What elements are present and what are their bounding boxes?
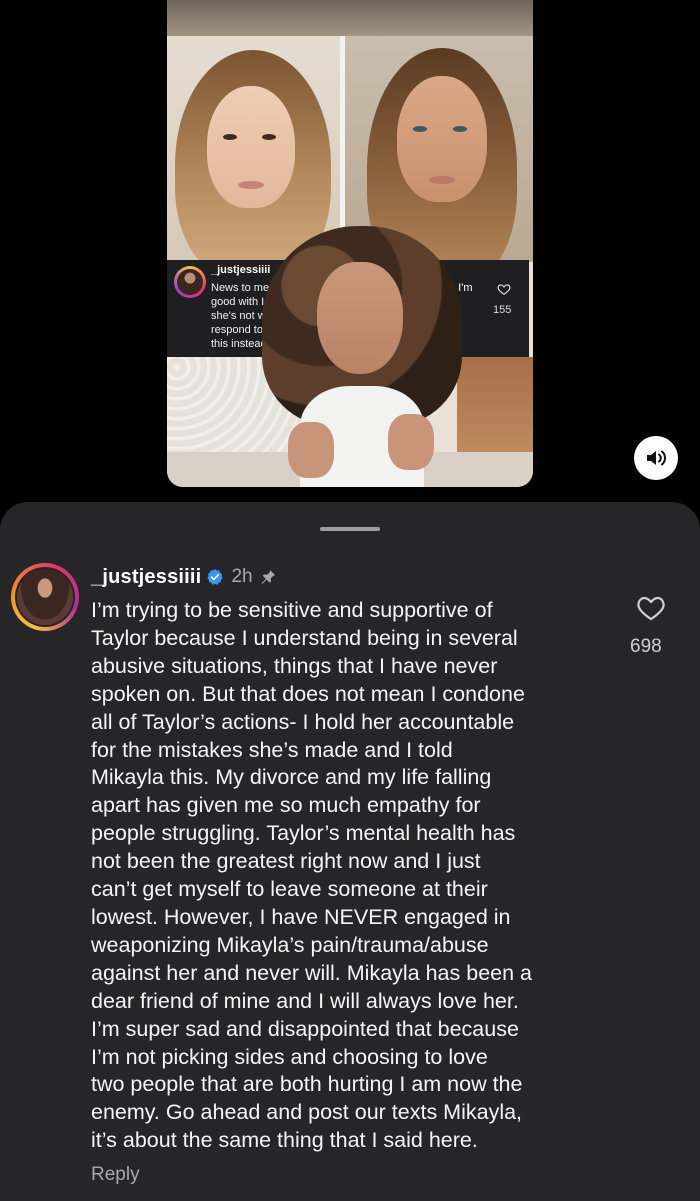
embedded-text-line: this instead	[211, 338, 267, 350]
video-bg-hair	[457, 357, 533, 452]
avatar[interactable]	[11, 563, 79, 631]
comments-sheet: _justjessiiii 2h I’m trying to be sensit…	[0, 502, 700, 1201]
embedded-text-line: News to me	[211, 282, 270, 294]
like-heart-icon[interactable]	[637, 595, 665, 621]
embedded-like-count: 155	[493, 304, 512, 316]
comment-timestamp: 2h	[231, 566, 253, 587]
embedded-text-line: good with I	[211, 296, 265, 308]
video-top-strip	[167, 0, 533, 36]
embedded-text-line: she's not w	[211, 310, 266, 322]
speaker-icon	[647, 450, 667, 466]
sheet-drag-handle[interactable]	[320, 527, 380, 531]
pin-icon	[261, 569, 275, 584]
comment-header: _justjessiiii 2h	[91, 564, 277, 590]
reply-button[interactable]: Reply	[91, 1164, 140, 1186]
sound-toggle-button[interactable]	[634, 436, 678, 480]
video-player[interactable]: _justjessiiii News to me good with I she…	[167, 0, 533, 487]
avatar-image	[17, 569, 73, 625]
like-count: 698	[630, 636, 662, 657]
comment-body: I’m trying to be sensitive and supportiv…	[91, 598, 533, 1153]
video-presenter	[262, 226, 462, 487]
embedded-text-line: respond to	[211, 324, 263, 336]
embedded-heart-icon	[497, 284, 511, 295]
verified-badge-icon	[207, 569, 224, 585]
comment-username[interactable]: _justjessiiii	[91, 566, 201, 589]
embedded-avatar	[174, 266, 206, 298]
